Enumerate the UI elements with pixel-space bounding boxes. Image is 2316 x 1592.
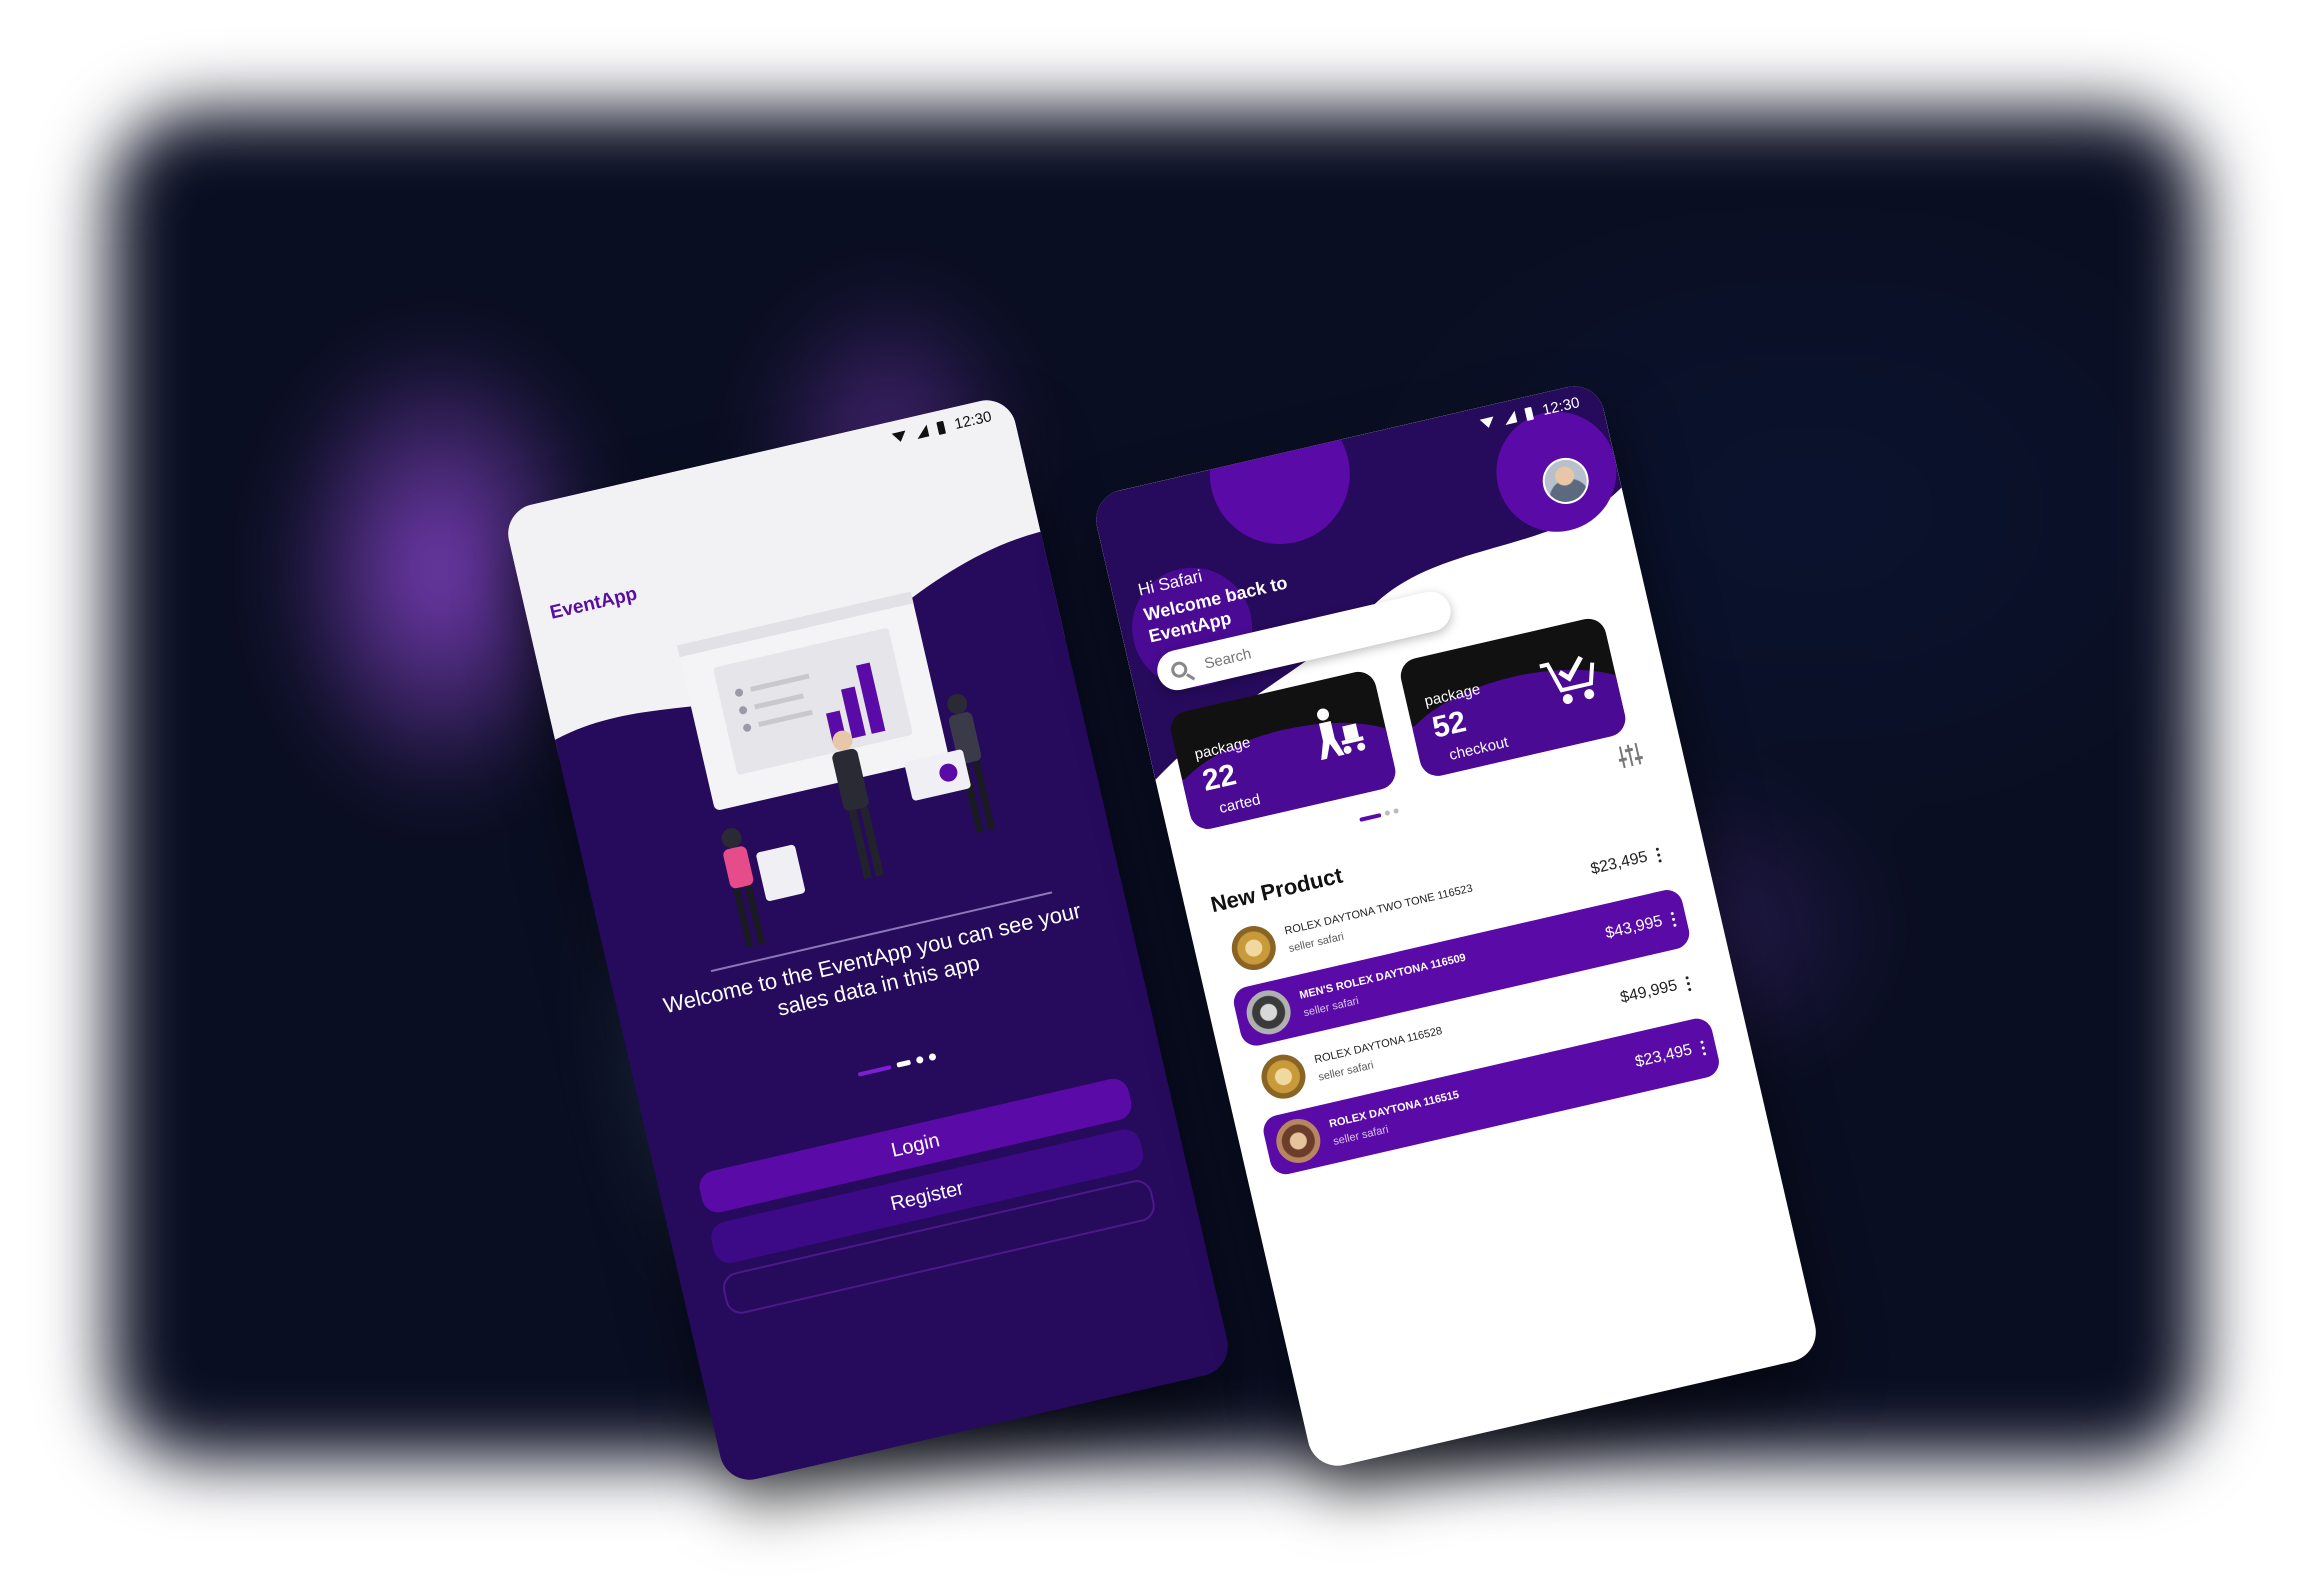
watch-thumbnail (1227, 921, 1281, 975)
more-vert-icon[interactable] (1670, 911, 1677, 927)
carousel-indicator-dot (1384, 810, 1391, 817)
carousel-indicator (1359, 808, 1400, 822)
search-icon (1169, 660, 1189, 680)
more-vert-icon[interactable] (1685, 975, 1692, 991)
more-vert-icon[interactable] (1700, 1039, 1707, 1056)
more-vert-icon[interactable] (1655, 846, 1662, 863)
carousel-indicator-active (1359, 812, 1382, 822)
product-price: $43,995 (1603, 912, 1665, 943)
status-time: 12:30 (952, 407, 994, 433)
battery-icon (936, 420, 947, 435)
filter-icon[interactable] (1616, 742, 1644, 769)
stage: 12:30 EventApp Welcome to the EventApp y… (0, 0, 2316, 1592)
page-indicator-dot (928, 1052, 937, 1062)
product-price: $23,495 (1633, 1041, 1694, 1071)
status-time: 12:30 (1540, 393, 1582, 419)
signal-icon (915, 424, 930, 439)
page-indicator-dot (915, 1055, 925, 1065)
page-indicator-bar (857, 1064, 892, 1077)
product-price: $49,995 (1618, 977, 1679, 1007)
wifi-icon (892, 430, 909, 444)
wifi-icon (1480, 416, 1497, 430)
carousel-indicator-dot (1393, 808, 1400, 815)
battery-icon (1524, 406, 1535, 421)
page-indicator-active (896, 1059, 912, 1068)
signal-icon (1503, 410, 1518, 425)
watch-thumbnail (1271, 1114, 1325, 1168)
product-price: $23,495 (1589, 848, 1650, 878)
watch-thumbnail (1242, 985, 1296, 1039)
watch-thumbnail (1257, 1050, 1310, 1104)
